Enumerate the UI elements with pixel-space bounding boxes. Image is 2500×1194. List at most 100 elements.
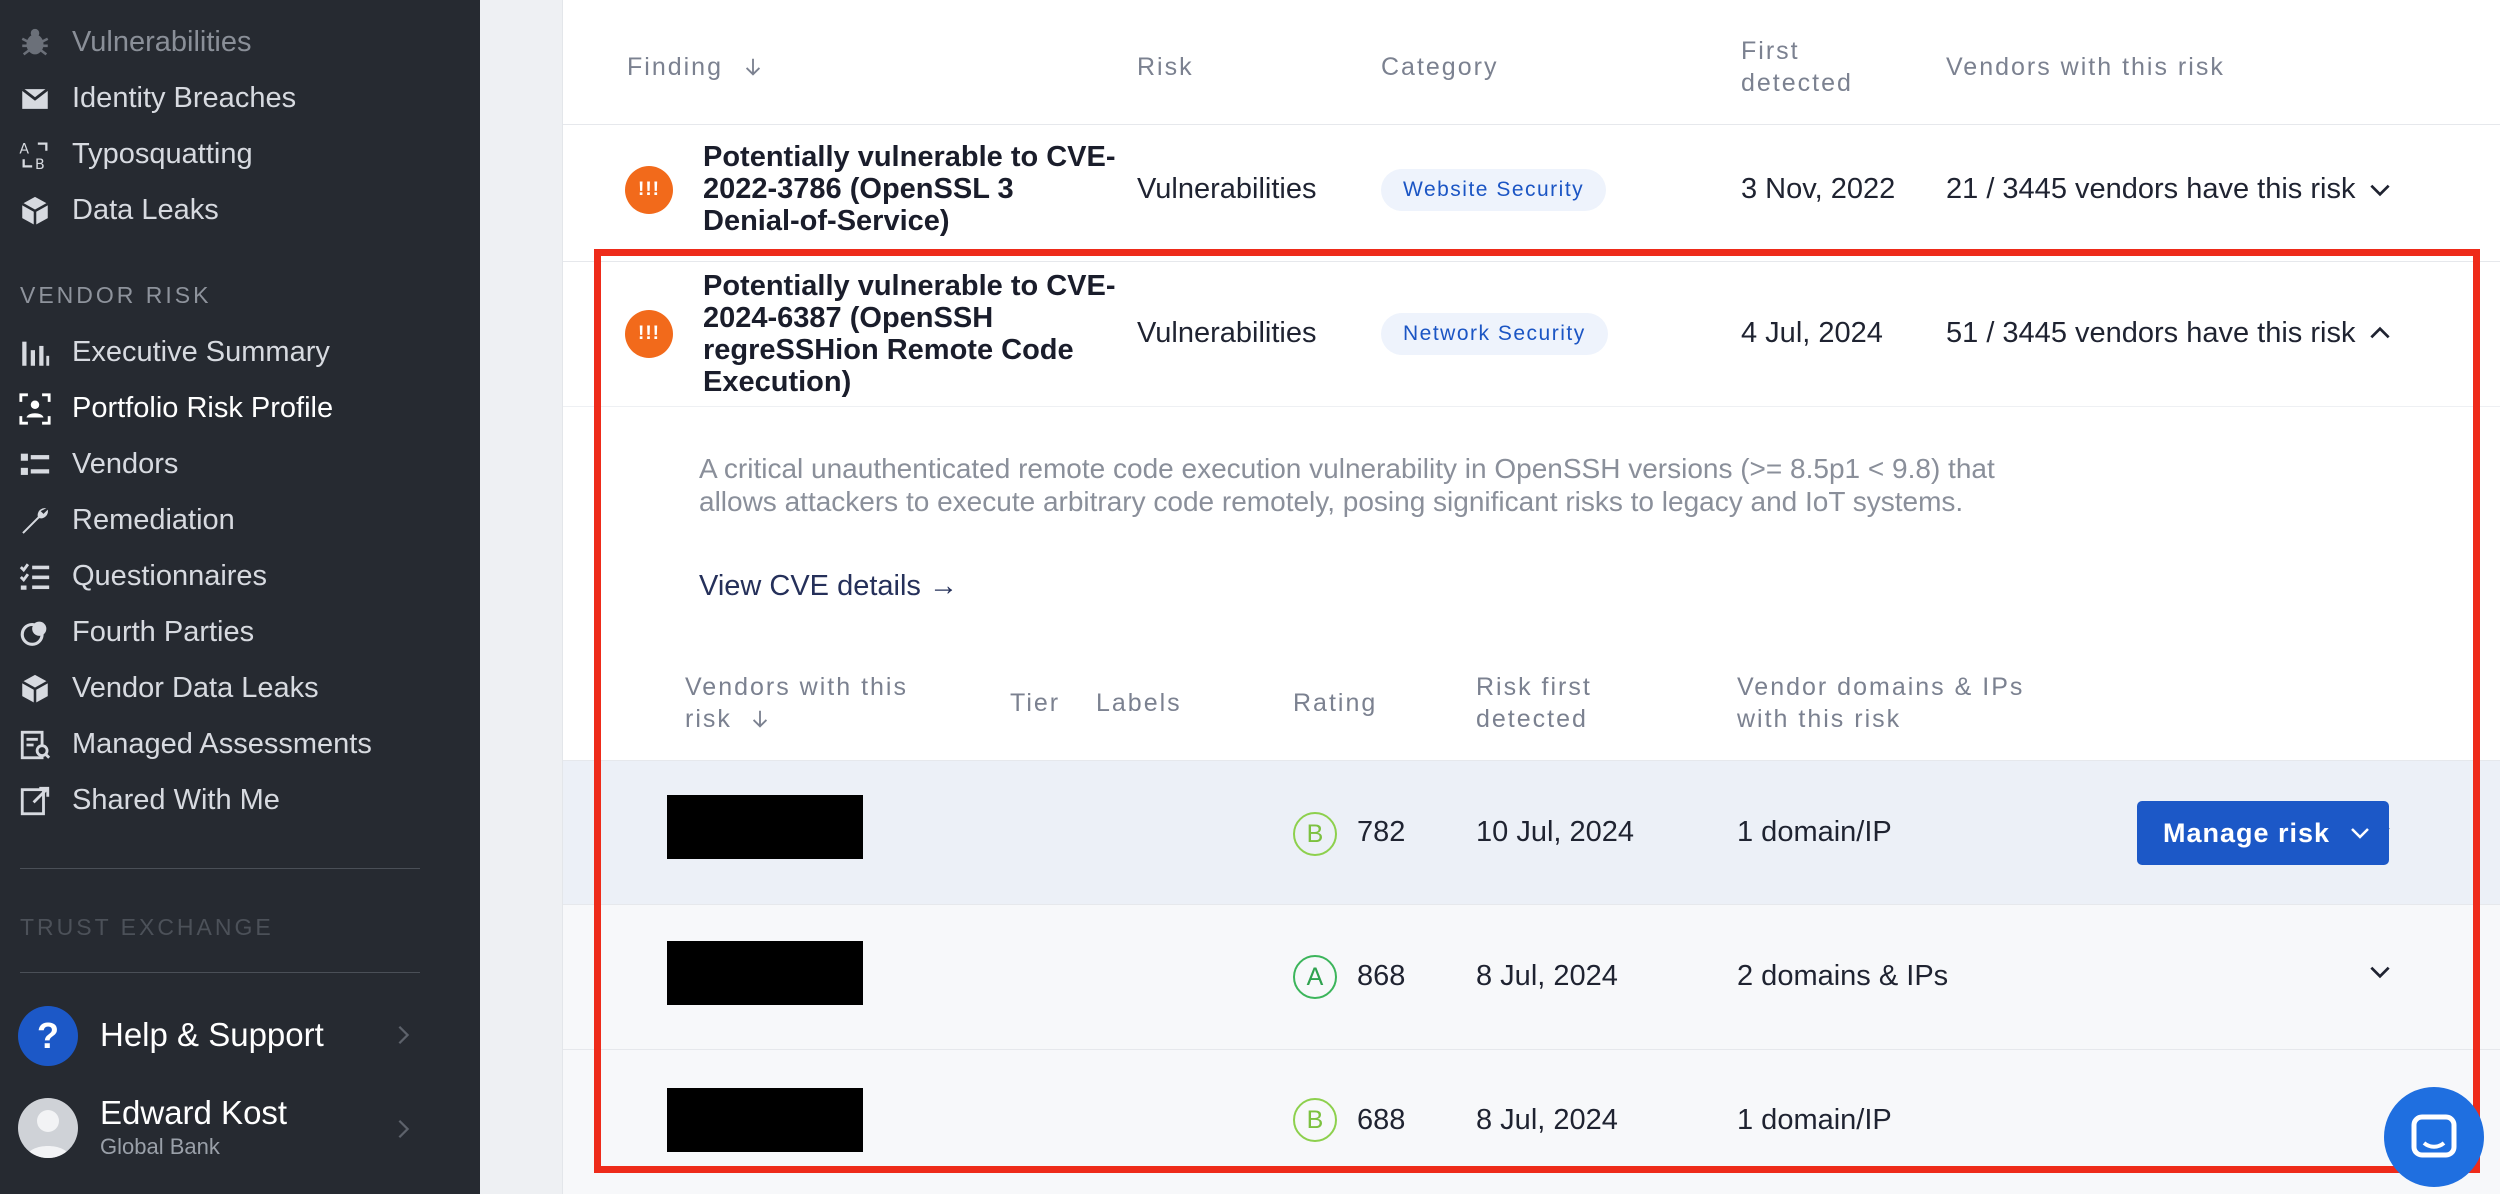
- sidebar-item-remediation[interactable]: Remediation: [0, 492, 480, 548]
- risk-first-detected: 8 Jul, 2024: [1476, 960, 1618, 992]
- chat-launcher-button[interactable]: [2384, 1087, 2484, 1187]
- chevron-down-icon: [2351, 828, 2369, 839]
- sidebar-item-label: Identity Breaches: [72, 81, 297, 114]
- vendor-score: 782: [1357, 816, 1406, 848]
- subheader-domains-line1[interactable]: Vendor domains & IPs: [1737, 671, 2024, 703]
- subheader-vendors-line1[interactable]: Vendors with this: [685, 671, 908, 703]
- finding-title-line: Potentially vulnerable to CVE-: [703, 141, 1116, 173]
- column-header-category[interactable]: Category: [1381, 51, 1498, 83]
- sidebar-divider: [20, 972, 420, 973]
- vendor-grade: B: [1293, 1098, 1337, 1142]
- column-header-vendors[interactable]: Vendors with this risk: [1946, 51, 2225, 83]
- sidebar-item-data-leaks[interactable]: Data Leaks: [0, 182, 480, 238]
- chevron-down-icon[interactable]: [2367, 959, 2393, 985]
- user-menu[interactable]: Edward Kost Global Bank: [0, 1088, 480, 1188]
- vendor-grade: A: [1293, 955, 1337, 999]
- manage-risk-label: Manage risk: [2163, 817, 2331, 848]
- sidebar-item-label: Typosquatting: [72, 137, 253, 170]
- sidebar-item-vendor-data-leaks[interactable]: Vendor Data Leaks: [0, 660, 480, 716]
- finding-row[interactable]: !!! Potentially vulnerable to CVE- 2022-…: [563, 125, 2500, 261]
- vendor-row[interactable]: B 688 8 Jul, 2024 1 domain/IP: [563, 1050, 2500, 1194]
- sidebar-item-portfolio-risk-profile[interactable]: Portfolio Risk Profile: [0, 380, 480, 436]
- sidebar-item-vulnerabilities[interactable]: Vulnerabilities: [0, 14, 480, 70]
- finding-title-line: Potentially vulnerable to CVE-: [703, 270, 1116, 302]
- sidebar-item-fourth-parties[interactable]: Fourth Parties: [0, 604, 480, 660]
- vendor-domains: 1 domain/IP: [1737, 1104, 1892, 1136]
- assessment-icon: [18, 728, 52, 762]
- sidebar-item-label: Data Leaks: [72, 193, 219, 226]
- sidebar-item-vendors[interactable]: Vendors: [0, 436, 480, 492]
- description-line: allows attackers to execute arbitrary co…: [699, 486, 1964, 517]
- sidebar-item-executive-summary[interactable]: Executive Summary: [0, 324, 480, 380]
- risk-first-detected: 10 Jul, 2024: [1476, 816, 1635, 848]
- redacted-vendor-name: [667, 1088, 863, 1152]
- risk-severity-badge: !!!: [625, 310, 673, 358]
- vendor-domains: 1 domain/IP: [1737, 816, 1892, 848]
- help-support-button[interactable]: ? Help & Support: [0, 998, 480, 1078]
- checklist-icon: [18, 560, 52, 594]
- column-header-first-detected-line1[interactable]: First: [1741, 35, 1800, 67]
- sidebar-item-managed-assessments[interactable]: Managed Assessments: [0, 716, 480, 772]
- findings-panel: Finding Risk Category First detected Ven…: [562, 0, 2500, 1194]
- subheader-vendors-line2[interactable]: risk: [685, 703, 771, 735]
- subheader-domains-line2[interactable]: with this risk: [1737, 703, 1901, 735]
- risk-first-detected: 8 Jul, 2024: [1476, 1104, 1618, 1136]
- risk-type: Vulnerabilities: [1137, 173, 1317, 205]
- vendor-score: 688: [1357, 1104, 1406, 1136]
- chevron-down-icon[interactable]: [2367, 177, 2393, 203]
- question-icon: ?: [18, 1006, 78, 1066]
- vendor-row[interactable]: A 868 8 Jul, 2024 2 domains & IPs: [563, 905, 2500, 1049]
- divider: [563, 406, 2500, 407]
- sidebar-item-typosquatting[interactable]: AB Typosquatting: [0, 126, 480, 182]
- share-icon: [18, 784, 52, 818]
- risk-type: Vulnerabilities: [1137, 317, 1317, 349]
- sidebar-item-questionnaires[interactable]: Questionnaires: [0, 548, 480, 604]
- cube-icon: [18, 194, 52, 228]
- subheader-label: risk: [685, 705, 732, 733]
- risk-severity-badge: !!!: [625, 166, 673, 214]
- sort-arrow-down-icon: [745, 58, 761, 76]
- vendor-score: 868: [1357, 960, 1406, 992]
- bar-chart-icon: [18, 336, 52, 370]
- finding-title-line: Denial-of-Service): [703, 205, 950, 237]
- sidebar-item-shared-with-me[interactable]: Shared With Me: [0, 772, 480, 828]
- section-label-vendor-risk: VENDOR RISK: [20, 282, 212, 308]
- finding-row-expanded[interactable]: !!! Potentially vulnerable to CVE- 2024-…: [563, 262, 2500, 406]
- sidebar-item-label: Portfolio Risk Profile: [72, 391, 334, 424]
- avatar: [18, 1098, 78, 1158]
- redacted-vendor-name: [667, 795, 863, 859]
- user-name: Edward Kost: [100, 1094, 288, 1131]
- manage-risk-button[interactable]: Manage risk: [2137, 801, 2389, 865]
- category-badge: Website Security: [1381, 169, 1607, 211]
- help-label: Help & Support: [100, 1016, 324, 1053]
- column-header-risk[interactable]: Risk: [1137, 51, 1194, 83]
- wrench-icon: [18, 504, 52, 538]
- description-line: A critical unauthenticated remote code e…: [699, 453, 1995, 484]
- subheader-rating[interactable]: Rating: [1293, 687, 1377, 719]
- sort-arrow-down-icon: [752, 710, 767, 728]
- portfolio-icon: [18, 392, 52, 426]
- sidebar-divider: [20, 868, 420, 869]
- redacted-vendor-name: [667, 941, 863, 1005]
- section-label-trust-exchange: TRUST EXCHANGE: [20, 914, 274, 940]
- chevron-right-icon: [398, 1025, 410, 1045]
- sidebar-item-label: Managed Assessments: [72, 727, 372, 760]
- category-badge: Network Security: [1381, 313, 1608, 355]
- sidebar-item-label: Vendors: [72, 447, 179, 480]
- chat-icon: [2411, 1114, 2457, 1158]
- cube-icon: [18, 672, 52, 706]
- finding-title-line: regreSSHion Remote Code: [703, 334, 1074, 366]
- view-cve-details-link[interactable]: View CVE details →: [699, 570, 958, 603]
- subheader-risk-first-line2[interactable]: detected: [1476, 703, 1588, 735]
- subheader-risk-first-line1[interactable]: Risk first: [1476, 671, 1592, 703]
- sidebar-item-identity-breaches[interactable]: Identity Breaches: [0, 70, 480, 126]
- column-header-first-detected-line2[interactable]: detected: [1741, 67, 1853, 99]
- subheader-labels[interactable]: Labels: [1096, 687, 1182, 719]
- first-detected-date: 3 Nov, 2022: [1741, 173, 1896, 205]
- first-detected-date: 4 Jul, 2024: [1741, 317, 1883, 349]
- subheader-tier[interactable]: Tier: [1010, 687, 1060, 719]
- chevron-up-icon[interactable]: [2367, 320, 2393, 346]
- sidebar: Vulnerabilities Identity Breaches AB Typ…: [0, 0, 480, 1194]
- column-header-finding[interactable]: Finding: [627, 51, 764, 83]
- typosquat-icon: AB: [18, 138, 52, 172]
